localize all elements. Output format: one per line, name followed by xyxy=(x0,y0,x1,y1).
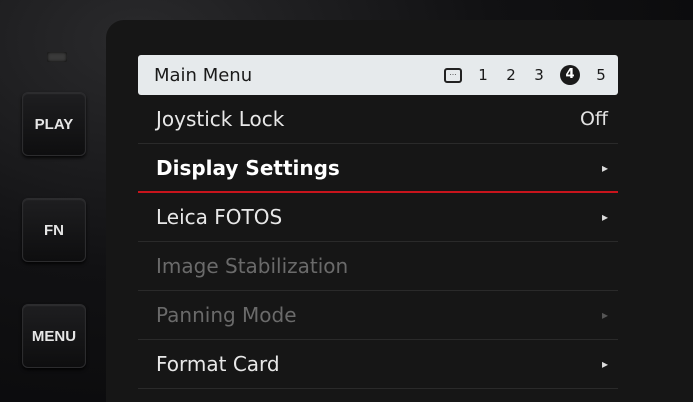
menu-button[interactable]: MENU xyxy=(22,304,86,368)
menu-item-label: Display Settings xyxy=(156,155,340,180)
status-led xyxy=(47,52,67,62)
chevron-right-icon: ▸ xyxy=(601,160,608,175)
menu-item-panning-mode: Panning Mode ▸ xyxy=(138,291,618,340)
camera-page-icon[interactable]: … xyxy=(444,67,462,83)
menu-item-leica-fotos[interactable]: Leica FOTOS ▸ xyxy=(138,193,618,242)
menu-item-joystick-lock[interactable]: Joystick Lock Off xyxy=(138,95,618,144)
menu-header: Main Menu … 1 2 3 4 5 xyxy=(138,55,618,95)
page-tab-3[interactable]: 3 xyxy=(532,66,546,84)
chevron-right-icon: ▸ xyxy=(601,210,608,224)
page-tab-5[interactable]: 5 xyxy=(594,66,608,84)
menu-item-label: Panning Mode xyxy=(156,303,297,327)
menu-item-label: Joystick Lock xyxy=(156,107,285,131)
page-tab-4[interactable]: 4 xyxy=(560,65,580,85)
menu-item-image-stabilization: Image Stabilization xyxy=(138,242,618,291)
chevron-right-icon: ▸ xyxy=(601,308,608,322)
main-menu: Main Menu … 1 2 3 4 5 Joystick Lock Off … xyxy=(138,55,618,389)
menu-item-label: Format Card xyxy=(156,352,280,376)
lcd-screen: Main Menu … 1 2 3 4 5 Joystick Lock Off … xyxy=(106,20,693,402)
menu-item-format-card[interactable]: Format Card ▸ xyxy=(138,340,618,389)
fn-button[interactable]: FN xyxy=(22,198,86,262)
menu-item-display-settings[interactable]: Display Settings ▸ xyxy=(138,144,618,193)
menu-item-value: Off xyxy=(579,108,608,130)
menu-item-label: Leica FOTOS xyxy=(156,205,283,229)
page-tabs: … 1 2 3 4 5 xyxy=(444,65,608,85)
menu-title: Main Menu xyxy=(154,64,253,86)
page-tab-1[interactable]: 1 xyxy=(476,66,490,84)
chevron-right-icon: ▸ xyxy=(601,357,608,371)
menu-item-label: Image Stabilization xyxy=(156,254,349,278)
play-button[interactable]: PLAY xyxy=(22,92,86,156)
page-tab-2[interactable]: 2 xyxy=(504,66,518,84)
